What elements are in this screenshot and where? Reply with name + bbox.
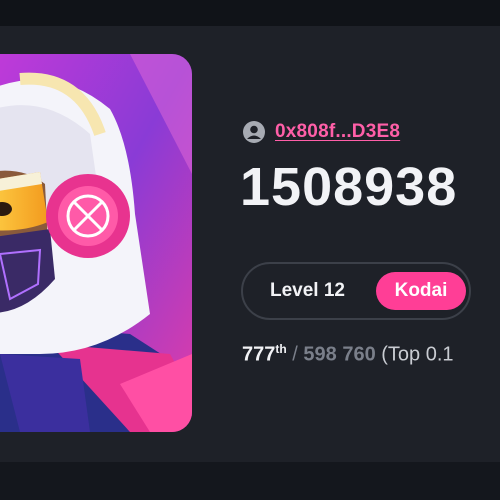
wallet-address-link[interactable]: 0x808f...D3E8	[275, 121, 400, 143]
profile-card: 0x808f...D3E8 1508938 Level 12 Kodai 777…	[0, 26, 500, 462]
wallet-address-row: 0x808f...D3E8	[242, 120, 400, 144]
level-label: Level 12	[270, 280, 345, 301]
score-value: 1508938	[240, 157, 458, 217]
rank-separator: /	[292, 343, 298, 366]
top-bar	[0, 0, 500, 26]
rank-row: 777th / 598 760 (Top 0.1	[242, 342, 454, 367]
tier-badge: Kodai	[376, 272, 466, 310]
rank-position: 777	[242, 343, 276, 366]
avatar-image	[0, 54, 192, 432]
bottom-bar	[0, 462, 500, 500]
rank-top-percent: (Top 0.1	[381, 343, 454, 366]
level-pill: Level 12 Kodai	[241, 262, 471, 320]
user-circle-icon	[243, 121, 265, 143]
rank-suffix: th	[275, 342, 287, 356]
rank-total: 598 760	[303, 343, 376, 366]
